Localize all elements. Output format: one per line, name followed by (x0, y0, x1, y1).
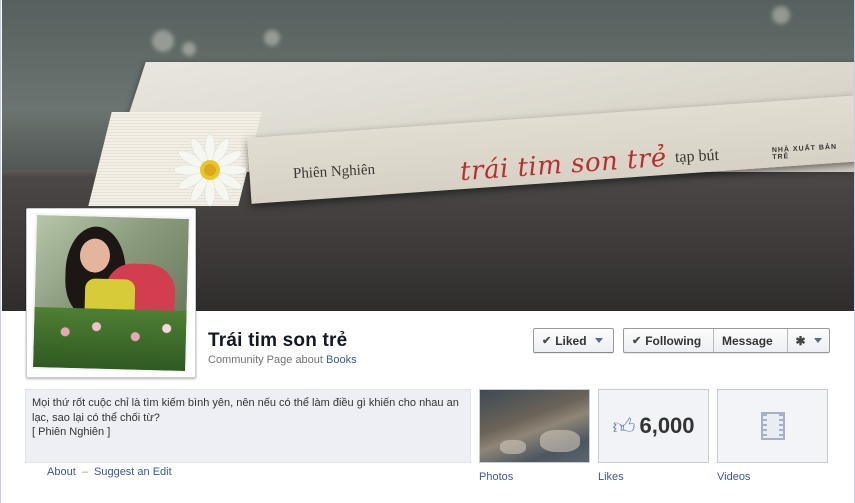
profile-picture-frame[interactable] (26, 208, 196, 378)
videos-label[interactable]: Videos (717, 471, 750, 483)
photos-tile[interactable] (479, 389, 590, 463)
link-separator: – (81, 466, 88, 478)
following-button[interactable]: ✔ Following (624, 329, 714, 352)
liked-button[interactable]: ✔ Liked (533, 328, 614, 353)
bokeh-light (152, 30, 174, 52)
about-text: Mọi thứ rốt cuộc chỉ là tìm kiếm bình yê… (32, 397, 459, 424)
profile-picture[interactable] (30, 212, 192, 374)
gear-icon: ✱ (795, 333, 806, 348)
likes-label[interactable]: Likes (598, 471, 624, 483)
likes-count: 6,000 (639, 413, 695, 438)
liked-label: Liked (555, 333, 587, 348)
about-signature: [ Phiên Nghiên ] (32, 426, 111, 438)
page-actions-group: ✔ Following Message ✱ (623, 328, 830, 353)
bokeh-light (264, 30, 280, 46)
photos-label[interactable]: Photos (479, 471, 513, 483)
category-link[interactable]: Books (326, 354, 357, 366)
thumbs-up-icon: 👍︎ (612, 413, 636, 439)
message-button[interactable]: Message (714, 329, 788, 352)
videos-tile[interactable] (717, 389, 828, 463)
check-icon: ✔ (632, 335, 642, 347)
daisy-flower (173, 133, 247, 207)
bokeh-light (182, 42, 196, 56)
page-subtitle: Community Page about Books (208, 354, 357, 366)
about-box: Mọi thứ rốt cuộc chỉ là tìm kiếm bình yê… (25, 389, 471, 463)
about-links: About – Suggest an Edit (47, 466, 172, 478)
subtitle-prefix: Community Page about (208, 354, 327, 366)
caret-down-icon (594, 338, 603, 343)
caret-down-icon (813, 338, 822, 343)
likes-tile[interactable]: 👍︎ 6,000 (598, 389, 709, 463)
page-title[interactable]: Trái tim son trẻ (208, 330, 347, 352)
message-label: Message (722, 333, 773, 348)
about-link[interactable]: About (47, 466, 76, 478)
suggest-edit-link[interactable]: Suggest an Edit (94, 466, 172, 478)
check-icon: ✔ (542, 335, 552, 347)
photo-rock (500, 440, 526, 454)
bokeh-light (772, 6, 790, 24)
film-icon (760, 412, 785, 440)
following-label: Following (645, 333, 702, 348)
settings-button[interactable]: ✱ (788, 329, 829, 352)
photo-rock (540, 430, 580, 452)
book-subtitle: tạp bút (674, 146, 720, 167)
profile-flowers (33, 307, 191, 372)
page-root: Phiên Nghiên trái tim son trẻ tạp bút NH… (0, 0, 855, 503)
